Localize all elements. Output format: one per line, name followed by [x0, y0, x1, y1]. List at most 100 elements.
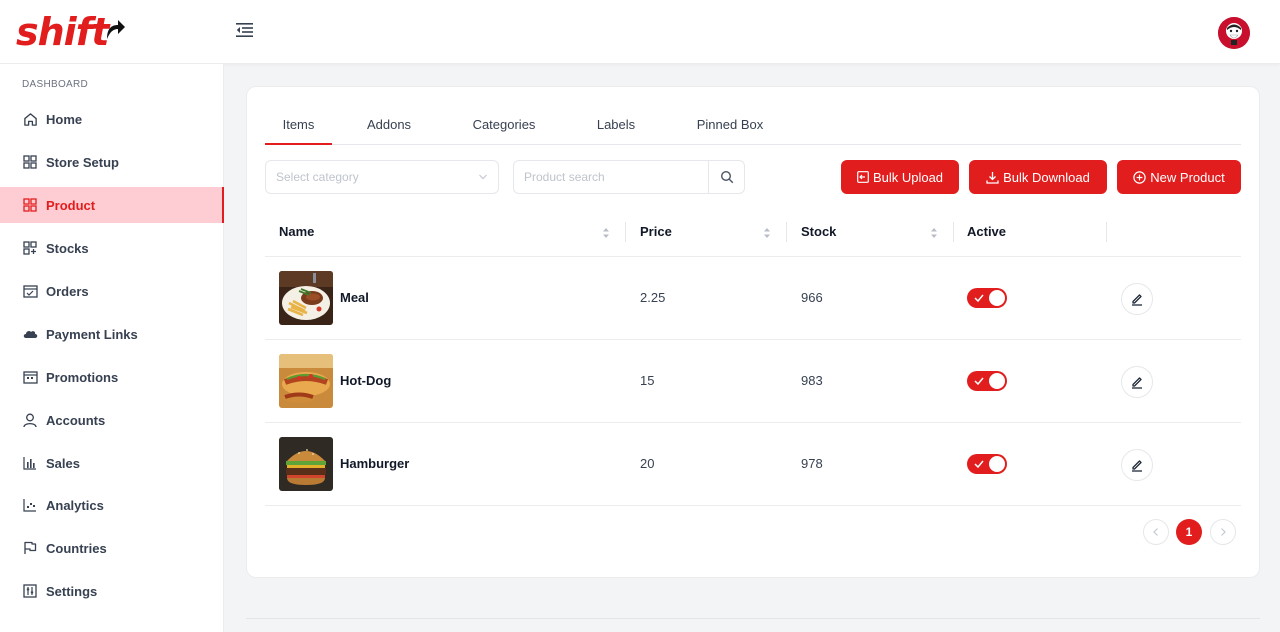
top-bar: shift [0, 0, 1280, 64]
calendar-check-icon [22, 283, 38, 299]
sidebar-item-accounts[interactable]: Accounts [0, 402, 224, 438]
product-search [513, 160, 745, 194]
product-price: 2.25 [640, 290, 666, 305]
flag-icon [22, 540, 38, 556]
column-header-stock[interactable]: Stock [801, 213, 836, 257]
sidebar-item-settings[interactable]: Settings [0, 573, 224, 609]
product-stock: 978 [801, 456, 823, 471]
toggle-knob [989, 373, 1005, 389]
tab-categories[interactable]: Categories [461, 107, 547, 145]
column-divider [1106, 222, 1107, 242]
page-number-button[interactable]: 1 [1176, 519, 1202, 545]
sliders-icon [22, 583, 38, 599]
sidebar-item-label: Stocks [46, 240, 89, 256]
product-search-input[interactable] [514, 161, 709, 193]
product-name: Hot-Dog [340, 373, 392, 388]
dot-chart-icon [22, 497, 38, 513]
pencil-icon [1132, 294, 1142, 306]
sidebar-item-label: Settings [46, 583, 98, 599]
upload-icon [857, 171, 869, 183]
check-icon [974, 460, 984, 469]
bulk-download-button[interactable]: Bulk Download [969, 160, 1107, 194]
sidebar-item-stocks[interactable]: Stocks [0, 230, 224, 266]
sidebar-item-label: Countries [46, 540, 107, 556]
calendar-icon [22, 369, 38, 385]
sidebar-item-product[interactable]: Product [0, 187, 224, 223]
product-stock: 983 [801, 373, 823, 388]
edit-button[interactable] [1121, 449, 1153, 481]
next-page-button[interactable] [1210, 519, 1236, 545]
bar-chart-icon [22, 455, 38, 471]
active-toggle[interactable] [967, 371, 1007, 391]
prev-page-button[interactable] [1143, 519, 1169, 545]
product-image-hot-dog [279, 354, 333, 408]
active-toggle[interactable] [967, 288, 1007, 308]
bulk-upload-button[interactable]: Bulk Upload [841, 160, 959, 194]
user-avatar[interactable] [1218, 17, 1250, 49]
logo-text: shift [16, 10, 109, 54]
home-icon [22, 111, 38, 127]
content-divider [246, 618, 1260, 619]
sidebar-item-label: Store Setup [46, 154, 119, 170]
active-toggle[interactable] [967, 454, 1007, 474]
sidebar-item-label: Home [46, 111, 83, 127]
sidebar-item-analytics[interactable]: Analytics [0, 487, 224, 523]
product-stock: 966 [801, 290, 823, 305]
menu-toggle-icon[interactable] [236, 22, 258, 42]
category-select[interactable]: Select category [265, 160, 499, 194]
product-card: Items Addons Categories Labels Pinned Bo… [246, 86, 1260, 578]
plus-circle-icon [1133, 170, 1146, 184]
pencil-icon [1132, 460, 1142, 472]
sidebar-item-home[interactable]: Home [0, 101, 224, 137]
sidebar: DASHBOARD Home Store Setup Product Stock… [0, 64, 224, 632]
chevron-down-icon [479, 174, 487, 180]
sort-icon[interactable] [601, 226, 611, 240]
shift-logo[interactable]: shift [16, 12, 126, 52]
sidebar-item-label: Promotions [46, 369, 119, 385]
chevron-right-icon [1221, 528, 1226, 536]
edit-button[interactable] [1121, 366, 1153, 398]
product-name: Hamburger [340, 456, 410, 471]
tabs: Items Addons Categories Labels Pinned Bo… [265, 107, 1241, 145]
sidebar-item-payment-links[interactable]: Payment Links [0, 316, 224, 352]
sort-icon[interactable] [929, 226, 939, 240]
column-divider [953, 222, 954, 242]
tab-pinned-box[interactable]: Pinned Box [685, 107, 775, 145]
product-image-meal [279, 271, 333, 325]
sidebar-item-label: Orders [46, 283, 89, 299]
check-icon [974, 377, 984, 386]
new-product-button[interactable]: New Product [1117, 160, 1241, 194]
grid-icon [22, 197, 38, 213]
search-button[interactable] [708, 161, 744, 193]
tab-items[interactable]: Items [265, 107, 332, 145]
sidebar-item-store-setup[interactable]: Store Setup [0, 144, 224, 180]
sidebar-item-label: Payment Links [46, 326, 138, 342]
cloud-icon [22, 326, 38, 342]
table-row: Hamburger 20 978 [265, 423, 1241, 506]
search-icon [720, 170, 733, 184]
edit-button[interactable] [1121, 283, 1153, 315]
tab-addons[interactable]: Addons [355, 107, 423, 145]
toggle-knob [989, 290, 1005, 306]
table-row: Hot-Dog 15 983 [265, 340, 1241, 423]
sidebar-heading: DASHBOARD [22, 79, 89, 90]
column-divider [625, 222, 626, 242]
sidebar-item-countries[interactable]: Countries [0, 530, 224, 566]
sidebar-item-orders[interactable]: Orders [0, 273, 224, 309]
column-header-price[interactable]: Price [640, 213, 672, 257]
grid-icon [22, 154, 38, 170]
sidebar-item-promotions[interactable]: Promotions [0, 359, 224, 395]
toggle-knob [989, 456, 1005, 472]
product-price: 15 [640, 373, 655, 388]
column-header-name[interactable]: Name [279, 213, 314, 257]
check-icon [974, 294, 984, 303]
column-header-active: Active [967, 224, 1007, 239]
product-price: 20 [640, 456, 655, 471]
sort-icon[interactable] [762, 226, 772, 240]
logo-arrow-icon [107, 20, 126, 39]
sidebar-item-sales[interactable]: Sales [0, 445, 224, 481]
column-divider [786, 222, 787, 242]
chevron-left-icon [1153, 528, 1158, 536]
user-icon [22, 412, 38, 428]
tab-labels[interactable]: Labels [585, 107, 647, 145]
